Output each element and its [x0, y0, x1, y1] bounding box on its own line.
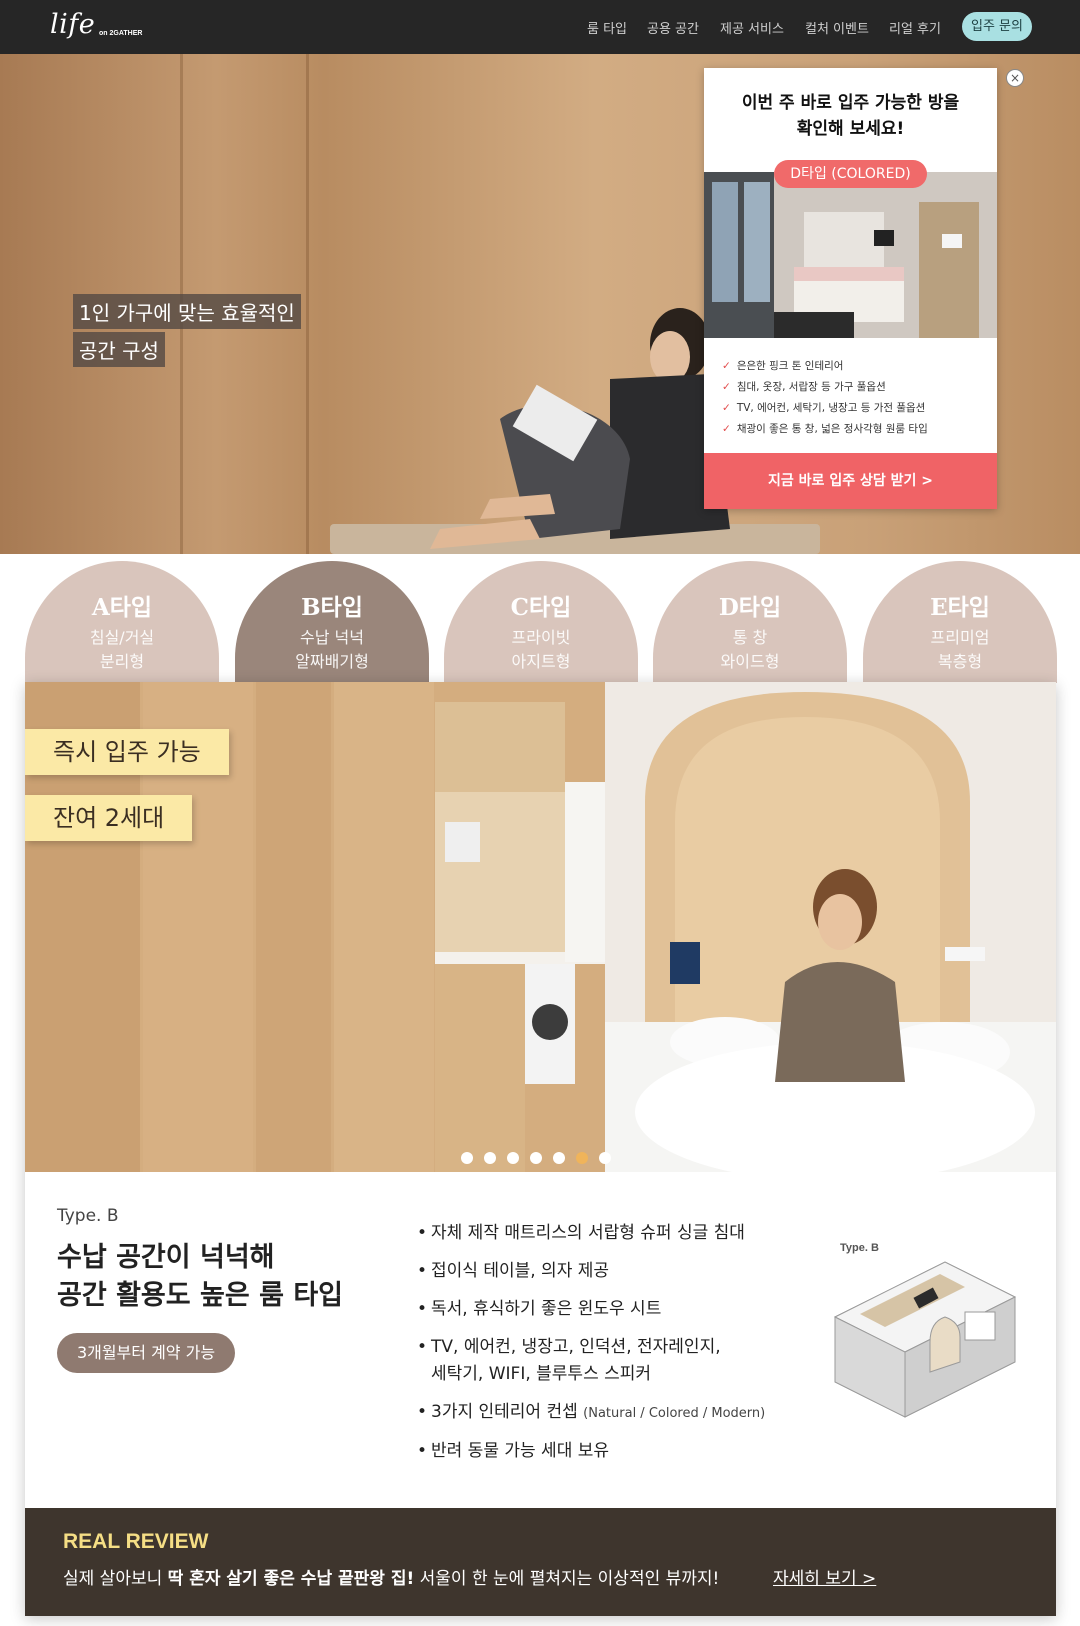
- room-detail-card: 즉시 입주 가능 잔여 2세대 Type. B 수납 공간이 넉넉해 공간 활용…: [25, 682, 1056, 1616]
- tab-type-c[interactable]: C타입 프라이빗 아지트형: [444, 561, 638, 683]
- slider-dot-active[interactable]: [576, 1152, 588, 1164]
- move-in-popup: 이번 주 바로 입주 가능한 방을 확인해 보세요! D타입 (COLORED)…: [704, 68, 997, 509]
- nav-item-services[interactable]: 제공 서비스: [720, 18, 784, 37]
- popup-feature-text: 침대, 옷장, 서랍장 등 가구 풀옵션: [736, 381, 886, 393]
- review-text-highlight: 딱 혼자 살기 좋은 수납 끝판왕 집!: [167, 1569, 415, 1589]
- nav-item-reviews[interactable]: 리얼 후기: [889, 18, 941, 37]
- nav-item-common-space[interactable]: 공용 공간: [647, 18, 699, 37]
- slider-dot[interactable]: [461, 1152, 473, 1164]
- move-in-inquiry-button[interactable]: 입주 문의: [962, 12, 1032, 41]
- tab-description-line2: 알짜배기형: [295, 652, 369, 671]
- popup-consultation-button[interactable]: 지금 바로 입주 상담 받기 >: [704, 453, 997, 509]
- remaining-units-badge: 잔여 2세대: [25, 795, 193, 841]
- popup-title: 이번 주 바로 입주 가능한 방을 확인해 보세요!: [704, 90, 997, 142]
- slider-pagination: [461, 1152, 611, 1164]
- slider-dot[interactable]: [599, 1152, 611, 1164]
- tab-type-b[interactable]: B타입 수납 넉넉 알짜배기형: [235, 561, 429, 683]
- room-photo-slider[interactable]: 즉시 입주 가능 잔여 2세대: [25, 682, 1056, 1172]
- feature-appliances-line1: TV, 에어컨, 냉장고, 인덕션, 전자레인지,: [431, 1337, 721, 1357]
- feature-appliances-line2: 세탁기, WIFI, 블루투스 스피커: [431, 1364, 652, 1384]
- popup-feature-text: 은은한 핑크 톤 인테리어: [736, 360, 844, 372]
- tab-title: A타입: [91, 594, 153, 621]
- popup-feature-text: 채광이 좋은 통 창, 넓은 정사각형 원룸 타입: [736, 423, 928, 435]
- popup-feature-item: ✓ 침대, 옷장, 서랍장 등 가구 풀옵션: [722, 379, 928, 400]
- tab-type-e[interactable]: E타입 프리미엄 복층형: [863, 561, 1057, 683]
- feature-item: 접이식 테이블, 의자 제공: [417, 1258, 765, 1285]
- popup-title-line2: 확인해 보세요!: [796, 119, 905, 139]
- contract-term-button[interactable]: 3개월부터 계약 가능: [57, 1333, 235, 1373]
- popup-feature-item: ✓ 채광이 좋은 통 창, 넓은 정사각형 원룸 타입: [722, 421, 928, 442]
- tab-description-line1: 프리미엄: [930, 628, 990, 647]
- tab-description-line2: 복층형: [937, 652, 983, 671]
- popup-feature-item: ✓ 은은한 핑크 톤 인테리어: [722, 358, 928, 379]
- hero-caption-line1: 1인 가구에 맞는 효율적인: [73, 294, 301, 329]
- tab-description-line2: 분리형: [99, 652, 145, 671]
- room-headline-line2: 공간 활용도 높은 룸 타입: [57, 1280, 343, 1311]
- popup-feature-list: ✓ 은은한 핑크 톤 인테리어 ✓ 침대, 옷장, 서랍장 등 가구 풀옵션 ✓ TV…: [722, 358, 928, 442]
- top-navigation: life on 2GATHER 룸 타입 공용 공간 제공 서비스 컬처 이벤트…: [0, 0, 1080, 54]
- wood-panel-seam: [306, 54, 309, 554]
- popup-title-line1: 이번 주 바로 입주 가능한 방을: [741, 93, 960, 113]
- tab-title: E타입: [930, 594, 990, 621]
- hero-caption-line2: 공간 구성: [73, 332, 165, 367]
- feature-concepts-text: 3가지 인테리어 컨셉: [431, 1402, 578, 1422]
- popup-room-type-badge: D타입 (COLORED): [774, 160, 927, 188]
- feature-item-appliances: TV, 에어컨, 냉장고, 인덕션, 전자레인지, 세탁기, WIFI, 블루투…: [417, 1334, 765, 1388]
- tab-description-line2: 아지트형: [511, 652, 571, 671]
- room-type-label: Type. B: [57, 1206, 119, 1226]
- feature-concepts-note: (Natural / Colored / Modern): [583, 1406, 766, 1421]
- review-detail-link[interactable]: 자세히 보기 >: [773, 1564, 876, 1589]
- feature-item-concepts: 3가지 인테리어 컨셉 (Natural / Colored / Modern): [417, 1399, 765, 1427]
- site-logo[interactable]: life: [50, 9, 95, 40]
- room-photo-illustration: [704, 172, 997, 338]
- close-icon[interactable]: ×: [1006, 69, 1024, 87]
- review-banner: REAL REVIEW 실제 살아보니 딱 혼자 살기 좋은 수납 끝판왕 집!…: [25, 1508, 1056, 1616]
- tab-title: D타입: [718, 594, 782, 621]
- feature-item: 반려 동물 가능 세대 보유: [417, 1438, 765, 1465]
- site-logo-subtitle: on 2GATHER: [99, 30, 143, 37]
- review-title: REAL REVIEW: [63, 1530, 209, 1553]
- slider-dot[interactable]: [530, 1152, 542, 1164]
- floor-plan-label: Type. B: [840, 1242, 879, 1254]
- popup-feature-item: ✓ TV, 에어컨, 세탁기, 냉장고 등 가전 풀옵션: [722, 400, 928, 421]
- tab-title: B타입: [301, 594, 363, 621]
- checkmark-icon: ✓: [722, 360, 731, 372]
- popup-feature-text: TV, 에어컨, 세탁기, 냉장고 등 가전 풀옵션: [736, 402, 926, 414]
- popup-room-photo: [704, 172, 997, 338]
- checkmark-icon: ✓: [722, 381, 731, 393]
- available-now-badge: 즉시 입주 가능: [25, 729, 229, 775]
- checkmark-icon: ✓: [722, 402, 731, 414]
- room-feature-list: 자체 제작 매트리스의 서랍형 슈퍼 싱글 침대 접이식 테이블, 의자 제공 …: [417, 1220, 765, 1476]
- tab-description-line1: 통 창: [732, 628, 768, 647]
- tab-description-line1: 수납 넉넉: [300, 628, 364, 647]
- tab-description-line1: 프라이빗: [511, 628, 571, 647]
- room-headline: 수납 공간이 넉넉해 공간 활용도 높은 룸 타입: [57, 1239, 343, 1315]
- slider-dot[interactable]: [484, 1152, 496, 1164]
- nav-item-culture-events[interactable]: 컬처 이벤트: [805, 18, 869, 37]
- feature-item: 자체 제작 매트리스의 서랍형 슈퍼 싱글 침대: [417, 1220, 765, 1247]
- room-headline-line1: 수납 공간이 넉넉해: [57, 1242, 275, 1273]
- slider-dot[interactable]: [553, 1152, 565, 1164]
- review-text-prefix: 실제 살아보니: [63, 1569, 168, 1589]
- review-text: 실제 살아보니 딱 혼자 살기 좋은 수납 끝판왕 집! 서울이 한 눈에 펼쳐…: [63, 1564, 719, 1589]
- review-text-suffix: 서울이 한 눈에 펼쳐지는 이상적인 뷰까지!: [414, 1569, 720, 1589]
- slider-dot[interactable]: [507, 1152, 519, 1164]
- tab-description-line1: 침실/거실: [89, 628, 155, 647]
- tab-title: C타입: [510, 594, 572, 621]
- nav-item-room-type[interactable]: 룸 타입: [587, 18, 627, 37]
- checkmark-icon: ✓: [722, 423, 731, 435]
- tab-description-line2: 와이드형: [720, 652, 780, 671]
- feature-item: 독서, 휴식하기 좋은 윈도우 시트: [417, 1296, 765, 1323]
- tab-type-a[interactable]: A타입 침실/거실 분리형: [25, 561, 219, 683]
- tab-type-d[interactable]: D타입 통 창 와이드형: [653, 561, 847, 683]
